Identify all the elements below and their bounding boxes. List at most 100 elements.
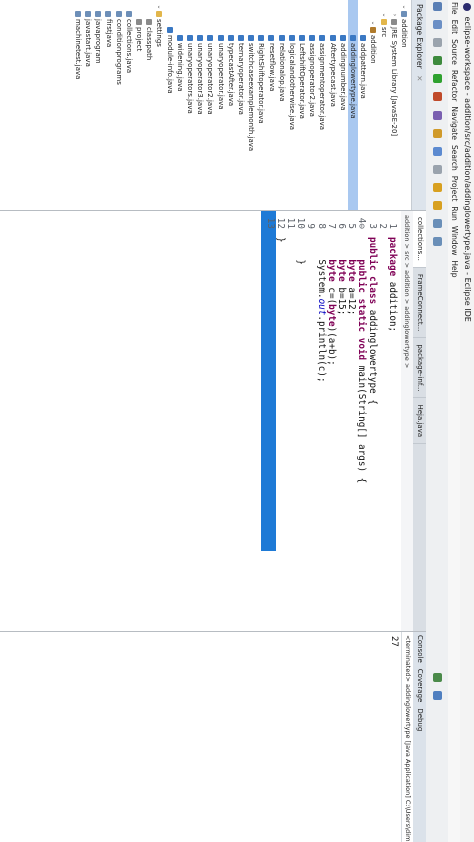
java-file-icon: [309, 35, 316, 41]
code-line[interactable]: 3 public class addinglowertype {: [367, 211, 378, 631]
tree-item-label: addition: [369, 35, 378, 64]
menu-item-window[interactable]: Window: [450, 226, 459, 256]
tree-item[interactable]: LeftshiftOperator.java: [297, 0, 307, 210]
tree-item[interactable]: switchcaseexamplemonth.java: [246, 0, 256, 210]
chevron-down-icon[interactable]: ⌄: [368, 20, 378, 26]
new-java-package-icon[interactable]: [433, 110, 442, 120]
tree-item[interactable]: machinetest.java: [73, 0, 83, 210]
tree-item[interactable]: unaryoperator2.java: [205, 0, 215, 210]
back-icon[interactable]: [433, 219, 442, 229]
save-icon[interactable]: [433, 20, 442, 30]
tree-item[interactable]: conditionprograms: [114, 0, 124, 210]
editor-tab-bar: collections...FrameConnect...package-inf…: [413, 211, 426, 631]
code-line[interactable]: 13: [265, 211, 276, 631]
tree-item[interactable]: unaryoperators.java: [185, 0, 195, 210]
tree-item[interactable]: ⌄ addition: [399, 0, 409, 210]
tab-debug[interactable]: Debug: [416, 708, 424, 731]
tab-coverage[interactable]: Coverage: [416, 669, 424, 703]
menu-item-project[interactable]: Project: [450, 176, 459, 202]
code-line[interactable]: 10 }: [295, 211, 306, 631]
tree-item[interactable]: ternaryoperator.java: [236, 0, 246, 210]
code-line[interactable]: 9: [305, 211, 316, 631]
menu-item-edit[interactable]: Edit: [450, 20, 459, 35]
debug-icon[interactable]: [433, 56, 442, 66]
open-type-icon[interactable]: [433, 146, 442, 156]
code-line[interactable]: 8 System.out.println(c);: [316, 211, 327, 631]
menu-item-run[interactable]: Run: [450, 206, 459, 220]
menu-item-refactor[interactable]: Refactor: [450, 70, 459, 101]
close-icon[interactable]: ✕: [415, 75, 424, 81]
line-number: 12: [274, 217, 286, 229]
tree-item-label: unaryoperator.java: [216, 43, 225, 110]
tree-item[interactable]: widening.java: [175, 0, 185, 210]
tree-item[interactable]: addinglowertype.java: [347, 0, 359, 210]
menu-item-search[interactable]: Search: [450, 145, 459, 171]
chevron-down-icon[interactable]: ⌄: [399, 4, 409, 10]
tree-item[interactable]: unaryoperator3.java: [195, 0, 205, 210]
annotation-prev-icon[interactable]: [433, 201, 442, 211]
editor-tab[interactable]: collections...: [413, 211, 426, 268]
tree-item[interactable]: addpattern.java: [358, 0, 368, 210]
menu-item-source[interactable]: Source: [450, 39, 459, 65]
tree-item[interactable]: addingnumber.java: [338, 0, 348, 210]
tree-item[interactable]: ⌄ settings: [154, 0, 164, 210]
menu-item-file[interactable]: File: [450, 2, 459, 15]
perspective-java-icon[interactable]: [433, 673, 442, 683]
code-line[interactable]: 2: [377, 211, 388, 631]
menu-item-help[interactable]: Help: [450, 260, 459, 277]
tree-item[interactable]: logicalandotherwise.java: [287, 0, 297, 210]
search-icon[interactable]: [433, 164, 442, 174]
breadcrumb[interactable]: addition > src > addition > addinglowert…: [400, 211, 413, 635]
editor-tab[interactable]: package-inf...: [413, 338, 426, 399]
code-line[interactable]: 11: [285, 211, 296, 631]
perspective-debug-icon[interactable]: [433, 691, 442, 701]
tree-item[interactable]: module-info.java: [165, 0, 175, 210]
code-line[interactable]: 5 byte a=12;: [346, 211, 357, 631]
code-line[interactable]: 7 byte c=(byte)(a+b);: [326, 211, 337, 631]
new-icon[interactable]: [433, 2, 442, 11]
menu-item-navigate[interactable]: Navigate: [450, 106, 459, 140]
tree-item[interactable]: firstjava: [103, 0, 113, 210]
tree-item[interactable]: RightShiftoperator.java: [256, 0, 266, 210]
code-line[interactable]: 4⊖ public static void main(String[] args…: [356, 211, 367, 631]
tree-item[interactable]: javastart.java: [83, 0, 93, 210]
forward-icon[interactable]: [433, 237, 442, 247]
java-file-icon: [207, 35, 214, 41]
editor-tab[interactable]: FrameConnect...: [413, 267, 426, 339]
code-line[interactable]: 6 byte b=15;: [336, 211, 347, 631]
chevron-down-icon[interactable]: ⌄: [378, 12, 388, 18]
tree-item[interactable]: Aftertypecast.java: [328, 0, 338, 210]
tree-item[interactable]: assignmentoperator.java: [317, 0, 327, 210]
code-line[interactable]: 1 package addition;: [387, 211, 398, 631]
tree-item[interactable]: resetflow.java: [266, 0, 276, 210]
tree-item[interactable]: javaprogram: [93, 0, 103, 210]
annotation-next-icon[interactable]: [433, 182, 442, 192]
tab-console[interactable]: Console: [416, 635, 424, 663]
tree-item[interactable]: classpath: [144, 0, 154, 210]
external-tools-icon[interactable]: [433, 92, 442, 102]
chevron-right-icon[interactable]: ›: [389, 12, 399, 18]
package-explorer-header: Package Explorer ✕: [411, 0, 426, 210]
tree-item[interactable]: unaryoperator.java: [215, 0, 225, 210]
new-java-class-icon[interactable]: [433, 128, 442, 138]
project-icon: [400, 11, 407, 17]
tree-item[interactable]: ⌄ addition: [368, 0, 378, 210]
code-line[interactable]: 12}: [274, 211, 286, 631]
package-explorer: Package Explorer ✕ ⌄ addition › JRE System …: [0, 0, 426, 211]
chevron-down-icon[interactable]: ⌄: [154, 4, 164, 10]
tree-item[interactable]: › JRE System Library [JavaSE-20]: [389, 0, 399, 210]
tree-item[interactable]: assignoperator2.java: [307, 0, 317, 210]
tree-item[interactable]: project: [134, 0, 144, 210]
console-view: Console Coverage Debug <terminated> adding…: [0, 631, 426, 842]
tree-item[interactable]: collections.java: [124, 0, 134, 210]
editor-tab[interactable]: Heja.java: [413, 398, 426, 445]
library-icon: [390, 19, 397, 25]
run-icon[interactable]: [433, 74, 442, 84]
tree-item[interactable]: relationalop.java: [277, 0, 287, 210]
code-text: }: [275, 237, 286, 243]
tree-item[interactable]: typecastAfter.java: [226, 0, 236, 210]
code-editor[interactable]: 1 package addition; 2 3 public class addingl…: [0, 211, 401, 631]
print-icon[interactable]: [433, 38, 442, 48]
tree-item[interactable]: ⌄ src: [378, 0, 388, 210]
tree-item-label: addinglowertype.java: [349, 43, 358, 119]
